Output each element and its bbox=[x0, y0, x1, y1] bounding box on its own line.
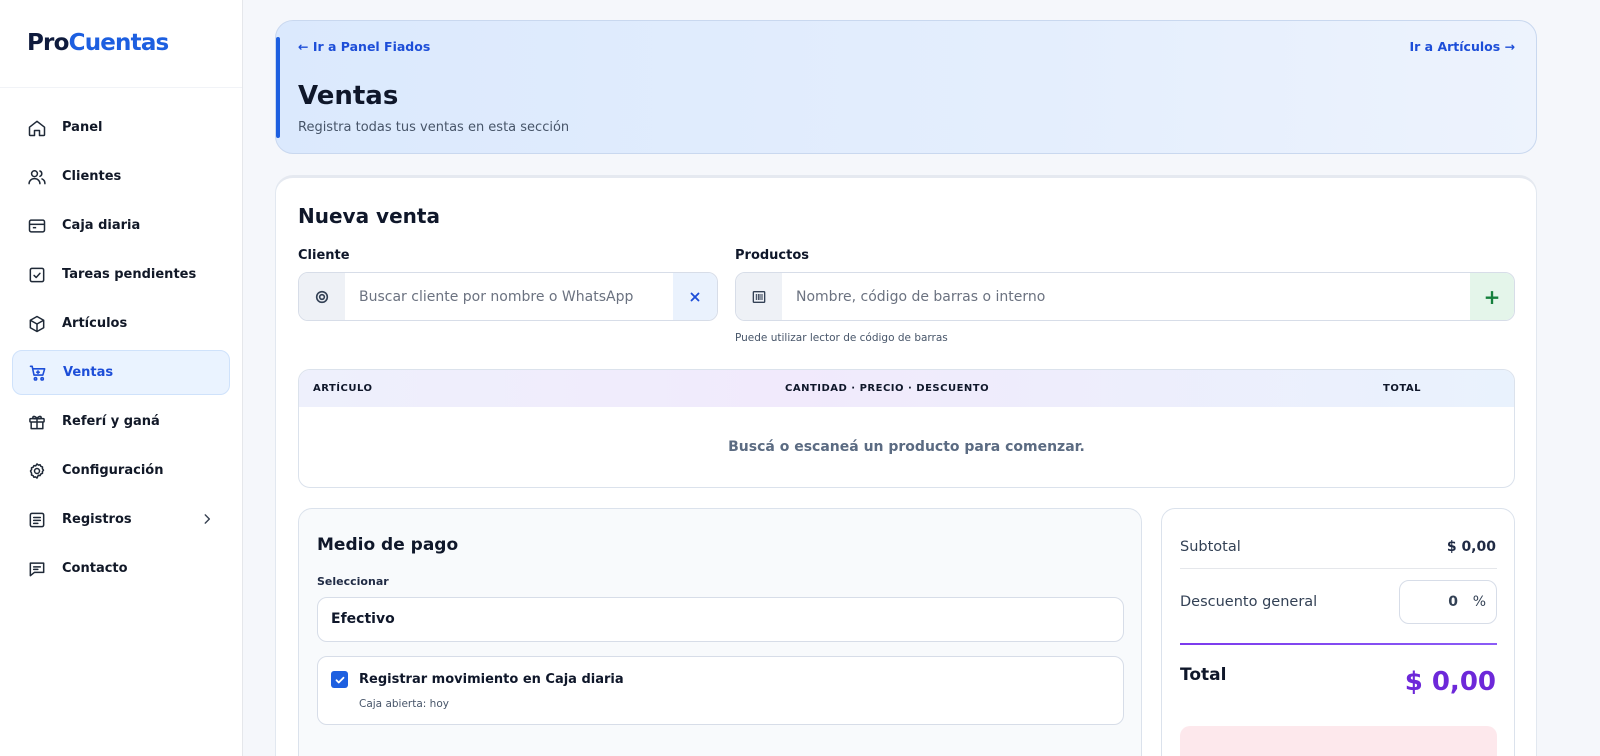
sidebar-item-configuracion[interactable]: Configuración bbox=[12, 448, 230, 493]
target-icon bbox=[299, 273, 345, 320]
client-search-box bbox=[298, 272, 718, 321]
percent-sign: % bbox=[1472, 594, 1486, 610]
users-icon bbox=[26, 166, 48, 188]
product-search-input[interactable] bbox=[782, 273, 1470, 320]
sale-summary-card: Subtotal $ 0,00 Descuento general 0 % To… bbox=[1161, 508, 1515, 756]
total-value: $ 0,00 bbox=[1404, 667, 1496, 697]
discount-input[interactable]: 0 % bbox=[1399, 580, 1497, 624]
payment-select-label: Seleccionar bbox=[317, 575, 389, 588]
sidebar-item-caja-diaria[interactable]: Caja diaria bbox=[12, 203, 230, 248]
page-header: ← Ir a Panel Fiados Ir a Artículos → Ven… bbox=[275, 20, 1537, 154]
sidebar-nav: Panel Clientes Caja diaria Tareas pendie… bbox=[0, 88, 242, 591]
caja-register-option: Registrar movimiento en Caja diaria Caja… bbox=[317, 656, 1124, 725]
sidebar-item-contacto[interactable]: Contacto bbox=[12, 546, 230, 591]
caja-status-text: Caja abierta: hoy bbox=[359, 698, 449, 710]
sidebar-item-label: Panel bbox=[62, 120, 103, 135]
sidebar-item-label: Ventas bbox=[63, 365, 114, 380]
column-header-cantidad-precio-descuento: CANTIDAD · PRECIO · DESCUENTO bbox=[785, 383, 990, 394]
sidebar-item-label: Configuración bbox=[62, 463, 164, 478]
sidebar: ProCuentas Panel Clientes Caja diaria Ta… bbox=[0, 0, 243, 756]
sidebar-item-label: Contacto bbox=[62, 561, 128, 576]
chat-icon bbox=[26, 558, 48, 580]
column-header-total: TOTAL bbox=[1383, 383, 1421, 394]
back-to-panel-fiados-link[interactable]: ← Ir a Panel Fiados bbox=[298, 39, 430, 54]
go-to-articulos-link[interactable]: Ir a Artículos → bbox=[1410, 39, 1516, 54]
sale-items-table: ARTÍCULO CANTIDAD · PRECIO · DESCUENTO T… bbox=[298, 369, 1515, 488]
gear-icon bbox=[26, 460, 48, 482]
table-header: ARTÍCULO CANTIDAD · PRECIO · DESCUENTO T… bbox=[299, 370, 1514, 407]
new-sale-card: Nueva venta Cliente Productos + Puede ut… bbox=[275, 175, 1537, 756]
client-search-input[interactable] bbox=[345, 273, 673, 320]
column-header-articulo: ARTÍCULO bbox=[313, 383, 373, 394]
barcode-hint: Puede utilizar lector de código de barra… bbox=[735, 332, 948, 344]
payment-method-title: Medio de pago bbox=[317, 535, 459, 555]
sidebar-item-articulos[interactable]: Artículos bbox=[12, 301, 230, 346]
cash-register-icon bbox=[26, 215, 48, 237]
gift-icon bbox=[26, 411, 48, 433]
check-icon bbox=[335, 676, 344, 683]
box-icon bbox=[26, 313, 48, 335]
sidebar-item-panel[interactable]: Panel bbox=[12, 105, 230, 150]
discount-label: Descuento general bbox=[1180, 594, 1318, 610]
barcode-icon bbox=[736, 273, 782, 320]
brand-logo-part1: Pro bbox=[27, 30, 69, 56]
page-title: Ventas bbox=[298, 81, 399, 111]
total-divider bbox=[1180, 643, 1497, 645]
summary-divider bbox=[1180, 568, 1497, 569]
subtotal-value: $ 0,00 bbox=[1446, 539, 1496, 555]
total-label: Total bbox=[1180, 665, 1227, 685]
document-list-icon bbox=[26, 509, 48, 531]
subtotal-label: Subtotal bbox=[1180, 539, 1241, 555]
sidebar-item-registros[interactable]: Registros bbox=[12, 497, 230, 542]
checklist-icon bbox=[26, 264, 48, 286]
sidebar-item-clientes[interactable]: Clientes bbox=[12, 154, 230, 199]
header-accent-bar bbox=[276, 37, 280, 138]
new-sale-title: Nueva venta bbox=[298, 204, 440, 228]
products-label: Productos bbox=[735, 248, 810, 263]
sidebar-item-label: Clientes bbox=[62, 169, 122, 184]
register-caja-label[interactable]: Registrar movimiento en Caja diaria bbox=[359, 672, 624, 687]
sidebar-item-tareas-pendientes[interactable]: Tareas pendientes bbox=[12, 252, 230, 297]
brand-logo[interactable]: ProCuentas bbox=[0, 0, 242, 88]
summary-action-area[interactable] bbox=[1180, 726, 1497, 756]
chevron-right-icon[interactable] bbox=[200, 511, 214, 530]
clear-client-button[interactable] bbox=[673, 273, 717, 320]
close-icon bbox=[690, 292, 700, 301]
sidebar-item-referi-y-gana[interactable]: Referí y ganá bbox=[12, 399, 230, 444]
sidebar-item-label: Caja diaria bbox=[62, 218, 141, 233]
add-product-button[interactable]: + bbox=[1470, 273, 1514, 320]
sidebar-item-label: Artículos bbox=[62, 316, 128, 331]
cart-icon bbox=[27, 362, 49, 384]
sidebar-item-label: Tareas pendientes bbox=[62, 267, 197, 282]
register-caja-checkbox[interactable] bbox=[331, 671, 348, 688]
sidebar-item-label: Referí y ganá bbox=[62, 414, 160, 429]
discount-value: 0 bbox=[1448, 594, 1458, 610]
client-label: Cliente bbox=[298, 248, 350, 263]
brand-logo-part2: Cuentas bbox=[68, 30, 170, 56]
table-empty-message: Buscá o escaneá un producto para comenza… bbox=[728, 439, 1085, 455]
home-icon bbox=[26, 117, 48, 139]
product-search-box: + bbox=[735, 272, 1515, 321]
payment-method-card: Medio de pago Seleccionar Efectivo Regis… bbox=[298, 508, 1142, 756]
payment-method-select[interactable]: Efectivo bbox=[317, 597, 1124, 642]
sidebar-item-ventas[interactable]: Ventas bbox=[12, 350, 230, 395]
sidebar-item-label: Registros bbox=[62, 512, 132, 527]
page-subtitle: Registra todas tus ventas en esta secció… bbox=[298, 120, 570, 135]
